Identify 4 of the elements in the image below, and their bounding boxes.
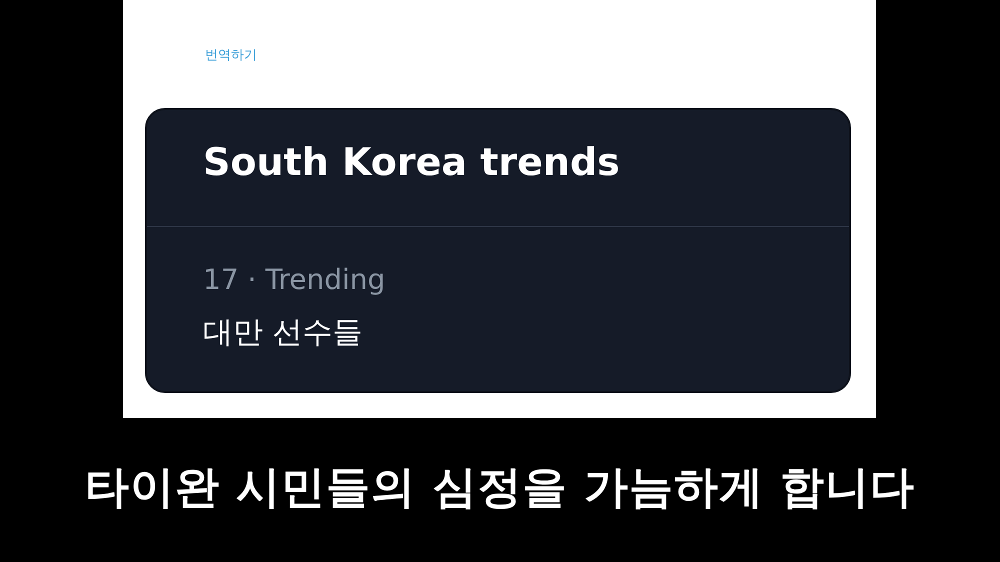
card-title: South Korea trends [202, 139, 621, 186]
subtitle: 타이완 시민들의 심정을 가늠하게 합니다 [84, 461, 916, 515]
trend-name[interactable]: 대만 선수들 [203, 312, 849, 353]
trend-meta: 17 · Trending [203, 263, 386, 296]
